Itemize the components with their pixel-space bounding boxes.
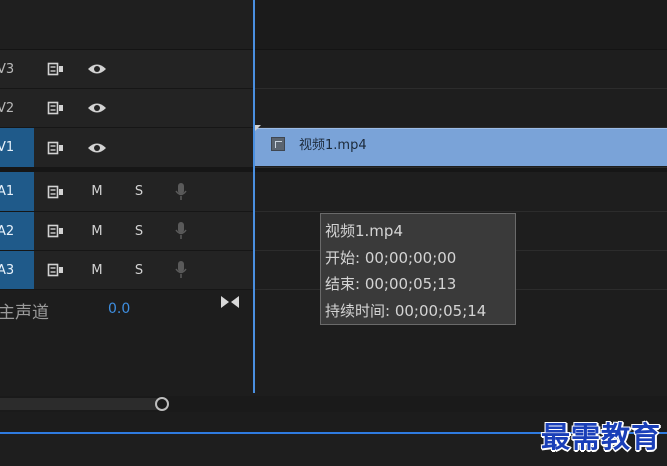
track-header-a1: A1 M S [0, 172, 253, 212]
clip-name: 视频1.mp4 [299, 138, 367, 153]
sync-lock-icon[interactable] [42, 212, 70, 250]
solo-track-button[interactable]: S [126, 172, 152, 211]
track-target-v3[interactable]: V3 [0, 50, 34, 88]
watermark-text: 最需教育 [541, 420, 662, 454]
master-track-label: 主声道 [0, 303, 49, 323]
track-header-v2: V2 [0, 89, 253, 128]
sync-lock-icon[interactable] [42, 50, 70, 88]
mute-track-button[interactable]: M [84, 172, 110, 211]
tooltip-start: 开始: 00;00;00;00 [325, 248, 457, 267]
track-target-v1[interactable]: V1 [0, 128, 34, 167]
master-volume-value[interactable]: 0.0 [108, 301, 130, 317]
playhead-line[interactable] [253, 0, 255, 393]
bowtie-icon[interactable] [220, 294, 240, 313]
track-header-v1: V1 [0, 128, 253, 168]
track-header-a2: A2 M S [0, 212, 253, 251]
fx-badge-icon [271, 137, 285, 151]
master-track-header: 主声道 0.0 [0, 290, 253, 330]
solo-track-button[interactable]: S [126, 251, 152, 289]
track-target-a2[interactable]: A2 [0, 212, 34, 250]
sync-lock-icon[interactable] [42, 128, 70, 167]
microphone-icon[interactable] [168, 172, 194, 211]
track-header-panel-top [0, 0, 253, 50]
microphone-icon[interactable] [168, 251, 194, 289]
track-header-a3: A3 M S [0, 251, 253, 290]
sync-lock-icon[interactable] [42, 251, 70, 289]
mute-track-button[interactable]: M [84, 212, 110, 250]
timeline-scrollbar[interactable] [0, 398, 162, 410]
track-target-a1[interactable]: A1 [0, 172, 34, 211]
playhead-marker [255, 125, 261, 131]
track-lane-v3[interactable] [253, 50, 667, 89]
track-target-a3[interactable]: A3 [0, 251, 34, 289]
timeline-ruler-area[interactable] [253, 0, 667, 50]
eye-icon[interactable] [84, 89, 110, 127]
track-target-v2[interactable]: V2 [0, 89, 34, 127]
eye-icon[interactable] [84, 50, 110, 88]
track-lane-v2[interactable] [253, 89, 667, 128]
eye-icon[interactable] [84, 128, 110, 167]
solo-track-button[interactable]: S [126, 212, 152, 250]
zoom-scroll-handle[interactable] [155, 397, 169, 411]
video-clip[interactable]: 视频1.mp4 [255, 128, 667, 166]
tooltip-end: 结束: 00;00;05;13 [325, 275, 457, 293]
sync-lock-icon[interactable] [42, 89, 70, 127]
track-lane-a1[interactable] [253, 172, 667, 212]
clip-tooltip: 视频1.mp4 开始: 00;00;00;00 结束: 00;00;05;13 … [320, 213, 516, 325]
track-header-v3: V3 [0, 50, 253, 89]
tooltip-clip-name: 视频1.mp4 [325, 222, 403, 240]
tooltip-duration: 持续时间: 00;00;05;14 [325, 301, 487, 320]
sync-lock-icon[interactable] [42, 172, 70, 211]
microphone-icon[interactable] [168, 212, 194, 250]
mute-track-button[interactable]: M [84, 251, 110, 289]
